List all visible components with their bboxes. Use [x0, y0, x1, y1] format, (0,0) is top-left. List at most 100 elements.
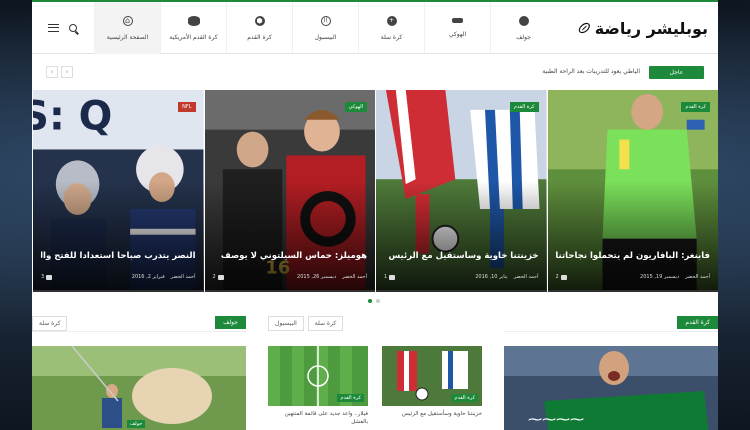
- slide-category[interactable]: كرة القدم: [509, 102, 539, 112]
- slide-date: فبراير 2, 2016: [131, 274, 165, 280]
- slide-category[interactable]: NFL: [178, 102, 196, 112]
- featured-slider: IERS: Q NFL النصر يتدرب صباحا استعدادا ل…: [32, 90, 718, 292]
- slide[interactable]: كرة القدم فابنغر: البافاريون لم يتحملوا …: [546, 90, 718, 292]
- hockey-icon: [452, 18, 463, 23]
- block-feature-image[interactable]: ⁓⁓⁓⁓: [504, 346, 718, 430]
- search-icon[interactable]: [68, 24, 77, 32]
- block-header: البيسبول كرة سلة: [268, 314, 482, 332]
- slide[interactable]: IERS: Q NFL النصر يتدرب صباحا استعدادا ل…: [32, 90, 204, 292]
- tab-basketball[interactable]: كرة سلة: [32, 316, 68, 331]
- next-arrow-icon[interactable]: ›: [46, 66, 58, 78]
- nav-label: كرة القدم: [247, 33, 272, 41]
- tab-basketball[interactable]: كرة سلة: [307, 316, 344, 331]
- breaking-arrows: ‹ ›: [46, 66, 73, 78]
- nav-label: كرة سلة: [380, 33, 403, 41]
- breaking-label: عاجل: [649, 66, 704, 79]
- golfer-image: [32, 346, 246, 430]
- fan-flag-image: ⁓⁓⁓⁓: [504, 346, 718, 430]
- block-tabs: كرة سلة: [32, 316, 68, 331]
- block-title[interactable]: كرة القدم: [677, 316, 718, 329]
- nav-label: جولف: [516, 33, 531, 41]
- page: بوبليشر رياضة ⌂ الصفحة الرئيسية كرة القد…: [32, 0, 718, 430]
- thumb-category[interactable]: كرة القدم: [337, 394, 364, 402]
- nav-item-golf[interactable]: جولف: [490, 2, 556, 54]
- slide-category[interactable]: الهوكي: [344, 102, 367, 112]
- slide-category[interactable]: كرة القدم: [681, 102, 710, 112]
- site-logo[interactable]: بوبليشر رياضة: [578, 12, 708, 44]
- nav-label: الهوكي: [448, 31, 467, 38]
- slide-meta: أحمد الخضر ديسمبر 26, 2015 2: [213, 274, 368, 280]
- thumb-caption[interactable]: خزينتنا خاوية وسأستقيل مع الرئيس: [382, 410, 482, 418]
- slide-title[interactable]: النصر يتدرب صباحا استعدادا للفتح والزمال…: [41, 251, 196, 262]
- nav-item-american-football[interactable]: كرة القدم الأمريكية: [160, 2, 226, 54]
- slide-date: يناير 10, 2016: [475, 274, 508, 280]
- block-tabs: البيسبول كرة سلة: [268, 316, 344, 331]
- slide-comments[interactable]: 3: [41, 274, 53, 280]
- american-football-logo-icon: [578, 22, 590, 34]
- slide-meta: أحمد الخضر ديسمبر 19, 2015 2: [556, 274, 711, 280]
- nav-label: البيسبول: [314, 33, 337, 41]
- block-feature-image[interactable]: جولف: [32, 346, 246, 430]
- comment-count: 2: [555, 274, 559, 280]
- slide-comments[interactable]: 1: [384, 274, 396, 280]
- slide-title[interactable]: فابنغر: البافاريون لم يتحملوا نجاحاتنا: [556, 251, 711, 262]
- block-title[interactable]: جولف: [215, 316, 246, 329]
- slider-dot[interactable]: [376, 299, 380, 303]
- nav-item-baseball[interactable]: )( البيسبول: [292, 2, 358, 54]
- breaking-text[interactable]: الياطي يعود للتدريبات بعد الراحة الطبية: [542, 68, 640, 75]
- svg-text:IERS: Q: IERS: Q: [33, 94, 112, 140]
- basketball-baseball-block: البيسبول كرة سلة كرة القدم خزينتنا خاوية…: [268, 314, 482, 430]
- slide-comments[interactable]: 2: [213, 274, 224, 280]
- soccer-ball-icon: ⬢: [254, 15, 265, 26]
- thumb-caption[interactable]: فيلار.. واعد جديد على قائمة المنتهين بال…: [268, 410, 368, 426]
- thumb-category[interactable]: كرة القدم: [451, 394, 478, 402]
- slide-author[interactable]: أحمد الخضر: [171, 274, 196, 280]
- comment-count: 2: [212, 274, 216, 280]
- comment-count: 3: [41, 274, 45, 280]
- block-header: جولف كرة سلة: [32, 314, 246, 332]
- slide-date: ديسمبر 26, 2015: [297, 274, 337, 280]
- baseball-icon: )(: [320, 15, 331, 26]
- thumb-category[interactable]: جولف: [127, 420, 146, 428]
- comment-icon: [46, 274, 53, 280]
- slide-author[interactable]: أحمد الخضر: [685, 274, 710, 280]
- nav-item-basketball[interactable]: + كرة سلة: [358, 2, 424, 54]
- slide[interactable]: 16 الهوكي هوميلز: حماس السيلتوني لا يوصف…: [203, 90, 375, 292]
- slide-title[interactable]: هوميلز: حماس السيلتوني لا يوصف: [213, 251, 367, 262]
- header-tools: [32, 2, 92, 54]
- slide-title[interactable]: خزينتنا خاوية وسأستقيل مع الرئيس: [384, 251, 539, 262]
- slide-date: ديسمبر 19, 2015: [640, 274, 680, 280]
- slider-dot-active[interactable]: [368, 299, 372, 303]
- svg-text:⁓⁓⁓⁓: ⁓⁓⁓⁓: [528, 412, 584, 428]
- slide-meta: أحمد الخضر فبراير 2, 2016 3: [41, 274, 196, 280]
- thumb-image[interactable]: كرة القدم: [382, 346, 482, 406]
- prev-arrow-icon[interactable]: ‹: [61, 66, 73, 78]
- nav-label: الصفحة الرئيسية: [106, 33, 149, 41]
- thumb-image[interactable]: كرة القدم: [268, 346, 368, 406]
- logo-text: بوبليشر رياضة: [594, 18, 708, 38]
- main-nav-items: ⌂ الصفحة الرئيسية كرة القدم الأمريكية ⬢ …: [94, 2, 556, 54]
- block-header: كرة القدم: [504, 314, 718, 332]
- comment-icon: [560, 274, 567, 280]
- nav-item-home[interactable]: ⌂ الصفحة الرئيسية: [94, 2, 160, 54]
- comment-icon: [389, 274, 396, 280]
- site-header: بوبليشر رياضة ⌂ الصفحة الرئيسية كرة القد…: [32, 2, 718, 54]
- football-block: كرة القدم ⁓⁓⁓⁓: [504, 314, 718, 430]
- slider-dots: [368, 299, 380, 303]
- slide[interactable]: كرة القدم خزينتنا خاوية وسأستقيل مع الرئ…: [375, 90, 547, 292]
- golf-block: جولف كرة سلة جولف: [32, 314, 246, 430]
- american-football-icon: [187, 15, 200, 26]
- basketball-icon: +: [386, 15, 397, 26]
- slide-author[interactable]: أحمد الخضر: [514, 274, 539, 280]
- nav-item-hockey[interactable]: الهوكي: [424, 2, 490, 54]
- nav-item-football[interactable]: ⬢ كرة القدم: [226, 2, 292, 54]
- golf-icon: [518, 15, 529, 26]
- comment-icon: [217, 274, 224, 280]
- menu-icon[interactable]: [47, 24, 59, 32]
- slide-comments[interactable]: 2: [556, 274, 567, 280]
- slide-author[interactable]: أحمد الخضر: [342, 274, 367, 280]
- tab-baseball[interactable]: البيسبول: [268, 316, 304, 331]
- comment-count: 1: [384, 274, 388, 280]
- nav-label: كرة القدم الأمريكية: [169, 33, 218, 41]
- breaking-news-bar: عاجل الياطي يعود للتدريبات بعد الراحة ال…: [32, 64, 718, 80]
